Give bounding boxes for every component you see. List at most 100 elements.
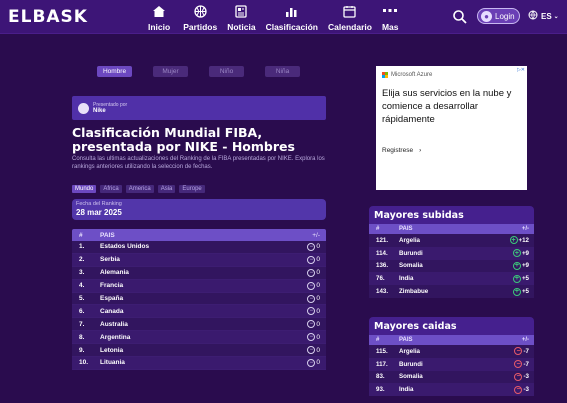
- header-change: +/-: [312, 231, 320, 239]
- table-row[interactable]: 3. Alemania −0: [72, 266, 326, 280]
- row-change-value: +12: [518, 236, 530, 244]
- table-row[interactable]: 115. Argelia − -7: [369, 345, 534, 358]
- row-change-value: 0: [316, 243, 320, 251]
- table-row[interactable]: 8. Argentina −0: [72, 331, 326, 345]
- row-rank: 4.: [79, 282, 85, 290]
- table-row[interactable]: 2. Serbia −0: [72, 253, 326, 267]
- table-row[interactable]: 136. Somalia + +9: [369, 259, 534, 273]
- language-label: ES: [541, 11, 552, 21]
- table-row[interactable]: 1. Estados Unidos −0: [72, 241, 326, 254]
- row-country: Somalia: [399, 262, 423, 270]
- nav-label: Calendario: [328, 22, 372, 32]
- tab-nina[interactable]: Niña: [265, 66, 300, 77]
- more-icon: [382, 4, 398, 19]
- region-africa[interactable]: Africa: [100, 185, 122, 193]
- row-change-value: 0: [316, 269, 320, 277]
- ranking-date-picker[interactable]: Fecha del Ranking 28 mar 2025: [72, 199, 326, 220]
- region-asia[interactable]: Asia: [157, 185, 176, 193]
- row-change-value: +9: [521, 249, 529, 257]
- table-row[interactable]: 114. Burundi + +9: [369, 246, 534, 260]
- row-rank: 1.: [79, 243, 85, 251]
- row-change-value: 0: [316, 346, 320, 354]
- page-description: Consulta las ultimas actualizaciones del…: [72, 156, 325, 170]
- nav-mas[interactable]: Mas: [381, 4, 399, 32]
- equal-circle-icon: −: [307, 268, 316, 277]
- row-rank: 121.: [376, 236, 389, 244]
- table-row[interactable]: 121. Argelia + +12: [369, 234, 534, 247]
- chevron-right-icon: ›: [419, 147, 422, 154]
- table-row[interactable]: 9. Letonia −0: [72, 344, 326, 358]
- table-row[interactable]: 143. Zimbabue + +5: [369, 285, 534, 298]
- row-change-value: 0: [316, 282, 320, 290]
- nav-partidos[interactable]: Partidos: [183, 4, 217, 32]
- row-rank: 143.: [376, 288, 389, 296]
- ranking-rows: 1. Estados Unidos −0 2. Serbia −0 3. Alemania −0…: [72, 241, 326, 370]
- nav-label: Mas: [381, 22, 399, 32]
- row-change: −0: [298, 346, 326, 355]
- nav-calendario[interactable]: Calendario: [328, 4, 372, 32]
- row-change-value: 0: [316, 295, 320, 302]
- row-country: Lituania: [100, 359, 125, 367]
- nav-noticia[interactable]: Noticia: [227, 4, 256, 32]
- row-country: India: [399, 386, 414, 394]
- table-row[interactable]: 93. India − -3: [369, 383, 534, 397]
- region-filters: Mundo Africa America Asia Europe: [72, 185, 209, 193]
- region-mundo[interactable]: Mundo: [72, 185, 97, 193]
- row-rank: 9.: [79, 346, 85, 354]
- row-change: + +12: [504, 236, 534, 245]
- row-country: Argentina: [100, 333, 131, 341]
- ranking-table-header: # PAIS +/-: [72, 229, 326, 241]
- region-europe[interactable]: Europe: [179, 185, 205, 193]
- table-row[interactable]: 5. España −0: [72, 292, 326, 306]
- row-change: − -3: [504, 385, 534, 394]
- row-change: + +5: [504, 274, 534, 283]
- row-rank: 115.: [376, 347, 388, 355]
- header-change: +/-: [521, 226, 529, 232]
- row-change-value: -3: [523, 386, 529, 394]
- nav-label: Noticia: [227, 22, 256, 32]
- user-icon: ●: [481, 10, 492, 22]
- tab-hombre[interactable]: Hombre: [97, 66, 132, 77]
- equal-circle-icon: −: [307, 294, 316, 303]
- search-icon[interactable]: [452, 9, 468, 25]
- row-country: Argelia: [399, 347, 420, 355]
- row-change: + +9: [504, 261, 534, 270]
- chevron-down-icon: ⌄: [553, 13, 559, 20]
- row-country: España: [100, 295, 124, 302]
- language-selector[interactable]: ES ⌄: [528, 10, 559, 22]
- row-change: −0: [298, 255, 326, 264]
- table-row[interactable]: 4. Francia −0: [72, 279, 326, 293]
- nav-clasificacion[interactable]: Clasificación: [266, 4, 318, 32]
- table-row[interactable]: 83. Somalia − -3: [369, 370, 534, 384]
- plus-circle-icon: +: [512, 274, 521, 283]
- row-change: −0: [298, 358, 326, 367]
- table-row[interactable]: 76. India + +5: [369, 272, 534, 286]
- row-change-value: +5: [521, 288, 529, 296]
- top-navigation-bar: ELBASK Inicio Partidos Noticia Clasifica…: [0, 0, 567, 34]
- region-america[interactable]: America: [125, 185, 154, 193]
- row-rank: 117.: [376, 360, 388, 368]
- tab-mujer[interactable]: Mujer: [153, 66, 188, 77]
- table-row[interactable]: 10. Lituania −0: [72, 357, 326, 370]
- row-rank: 6.: [79, 307, 85, 315]
- row-change: − -7: [504, 347, 534, 356]
- top-risers-title: Mayores subidas: [374, 210, 464, 221]
- row-country: Burundi: [399, 360, 423, 368]
- advertisement[interactable]: ▷✕ Microsoft Azure Elija sus servicios e…: [376, 66, 527, 190]
- ad-choices-icon[interactable]: ▷✕: [517, 67, 525, 73]
- login-button[interactable]: ● Login: [477, 8, 520, 24]
- nav-inicio[interactable]: Inicio: [148, 4, 170, 32]
- table-row[interactable]: 117. Burundi − -7: [369, 357, 534, 371]
- row-change: −0: [298, 294, 326, 303]
- table-row[interactable]: 7. Australia −0: [72, 318, 326, 332]
- row-country: Estados Unidos: [100, 243, 150, 251]
- row-change-value: 0: [316, 333, 320, 341]
- equal-circle-icon: −: [307, 307, 316, 316]
- row-rank: 93.: [376, 386, 385, 394]
- tab-nino[interactable]: Niño: [209, 66, 244, 77]
- site-logo[interactable]: ELBASK: [8, 7, 88, 27]
- microsoft-logo-icon: [382, 72, 388, 78]
- ad-cta-button[interactable]: Registrese ›: [382, 147, 521, 154]
- table-row[interactable]: 6. Canada −0: [72, 305, 326, 319]
- row-rank: 83.: [376, 373, 385, 381]
